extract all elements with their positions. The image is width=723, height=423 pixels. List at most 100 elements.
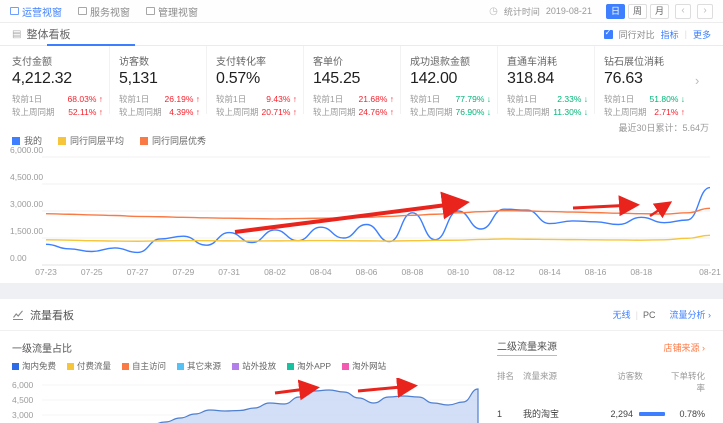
topnav-tab[interactable]: 运营视窗 (10, 4, 62, 19)
trend-chart[interactable]: 0.001,500.003,000.004,500.006,000.0007-2… (8, 150, 715, 280)
period-button[interactable]: 周 (628, 4, 647, 19)
legend-item[interactable]: 站外投放 (232, 360, 276, 372)
traffic-area-chart[interactable]: 6,0004,5003,000 (8, 378, 486, 423)
kpi-delta-value: 20.71% ↑ (262, 106, 297, 119)
prev-day-button[interactable]: ‹ (675, 4, 691, 19)
traffic-section-header: 流量看板 无线 | PC 流量分析 › (0, 299, 723, 331)
kpi-delta-value: 9.43% ↑ (266, 93, 297, 106)
legend-label: 同行同层优秀 (152, 134, 206, 147)
kpi-delta-label: 较上周同期 (410, 106, 453, 119)
kpi-title: 支付金额 (12, 53, 103, 68)
kpi-delta-label: 较前1日 (12, 93, 42, 106)
topnav-tab[interactable]: 服务视窗 (78, 4, 130, 19)
axis-tick-label: 08-02 (260, 267, 290, 277)
axis-tick-label: 08-16 (581, 267, 611, 277)
metric-link[interactable]: 指标 (661, 28, 679, 41)
summary-value: 5.64万 (682, 123, 709, 133)
axis-tick-label: 08-18 (626, 267, 656, 277)
board-header: ▤ 整体看板 同行对比 指标 | 更多 (0, 23, 723, 46)
axis-tick-label: 6,000.00 (10, 145, 43, 155)
kpi-delta-label: 较前1日 (604, 93, 634, 106)
legend-item[interactable]: 付费流量 (67, 360, 111, 372)
divider: | (636, 310, 638, 320)
date-controls: ◷ 统计时间 2019-08-21 日周月 ‹ › (489, 4, 713, 19)
kpi-delta-value: 21.68% ↑ (359, 93, 394, 106)
period-button[interactable]: 日 (606, 4, 625, 19)
more-link[interactable]: 更多 (693, 28, 711, 41)
traffic-tools: 无线 | PC 流量分析 › (613, 308, 711, 321)
legend-item[interactable]: 自主访问 (122, 360, 166, 372)
legend-item[interactable]: 淘外网站 (342, 360, 386, 372)
axis-tick-label: 08-21 (695, 267, 723, 277)
traffic-legend: 淘内免费 付费流量 自主访问 其它来源 站外投放 淘外APP 淘外网站 (12, 360, 386, 372)
kpi-delta-label: 较上周同期 (507, 106, 550, 119)
axis-tick-label: 08-04 (306, 267, 336, 277)
next-day-button[interactable]: › (697, 4, 713, 19)
table-row[interactable]: 1 我的淘宝 2,294 0.78% (497, 407, 705, 420)
window-icon (78, 7, 87, 15)
kpi-card[interactable]: 支付金额 4,212.32 较前1日 68.03% ↑ 较上周同期 52.11%… (12, 46, 109, 114)
kpi-card[interactable]: 成功退款金额 142.00 较前1日 77.79% ↓ 较上周同期 76.90%… (400, 46, 497, 114)
legend-label: 站外投放 (242, 360, 276, 372)
kpi-card[interactable]: 支付转化率 0.57% 较前1日 9.43% ↑ 较上周同期 20.71% ↑ (206, 46, 303, 114)
kpi-delta-value: 68.03% ↑ (68, 93, 103, 106)
kpi-delta-label: 较前1日 (410, 93, 440, 106)
kpi-card[interactable]: 客单价 145.25 较前1日 21.68% ↑ 较上周同期 24.76% ↑ (303, 46, 400, 114)
axis-tick-label: 08-06 (352, 267, 382, 277)
traffic-source-title: 二级流量来源 (497, 338, 557, 356)
legend-item[interactable]: 同行同层平均 (58, 134, 124, 147)
legend-label: 淘外APP (297, 360, 331, 372)
topnav-tab[interactable]: 管理视窗 (146, 4, 198, 19)
legend-item[interactable]: 同行同层优秀 (140, 134, 206, 147)
legend-item[interactable]: 淘外APP (287, 360, 331, 372)
kpi-title: 支付转化率 (216, 53, 297, 68)
axis-tick-label: 07-23 (31, 267, 61, 277)
traffic-title-group: 流量看板 (12, 307, 74, 323)
more-kpis-chevron-icon[interactable]: › (695, 73, 699, 88)
kpi-delta-value: 24.76% ↑ (359, 106, 394, 119)
tab-label: 服务视窗 (90, 4, 130, 19)
kpi-delta-row: 较前1日 9.43% ↑ (216, 93, 297, 106)
legend-swatch (232, 363, 239, 370)
legend-item[interactable]: 淘内免费 (12, 360, 56, 372)
divider: | (685, 29, 687, 39)
compare-checkbox[interactable] (604, 30, 613, 39)
kpi-delta-label: 较上周同期 (313, 106, 356, 119)
legend-label: 淘外网站 (352, 360, 386, 372)
kpi-delta-value: 52.11% ↑ (68, 106, 103, 119)
kpi-card[interactable]: 钻石展位消耗 76.63 较前1日 51.80% ↓ 较上周同期 2.71% ↑ (594, 46, 691, 114)
kpi-cards: 支付金额 4,212.32 较前1日 68.03% ↑ 较上周同期 52.11%… (12, 46, 691, 114)
shop-source-link[interactable]: 店铺来源 › (664, 341, 706, 354)
traffic-section-title: 流量看板 (30, 307, 74, 323)
axis-tick-label: 4,500 (12, 395, 33, 405)
summary-30d: 最近30日累计：5.64万 (618, 121, 709, 134)
axis-tick-label: 07-27 (123, 267, 153, 277)
kpi-delta-row: 较上周同期 11.30% ↓ (507, 106, 588, 119)
kpi-deltas: 较前1日 21.68% ↑ 较上周同期 24.76% ↑ (313, 93, 394, 119)
legend-swatch (122, 363, 129, 370)
kpi-delta-row: 较上周同期 52.11% ↑ (12, 106, 103, 119)
trend-chart-svg (8, 150, 715, 270)
device-toggle: 无线 | PC (613, 308, 656, 321)
col-conversion: 下单转化率 (671, 370, 705, 394)
device-tab-pc[interactable]: PC (643, 310, 656, 320)
legend-swatch (67, 363, 74, 370)
kpi-card[interactable]: 访客数 5,131 较前1日 26.19% ↑ 较上周同期 4.39% ↑ (109, 46, 206, 114)
stat-date-value[interactable]: 2019-08-21 (546, 6, 592, 16)
summary-label: 最近30日累计： (618, 123, 682, 133)
legend-swatch (140, 137, 148, 145)
period-button[interactable]: 月 (650, 4, 669, 19)
kpi-title: 访客数 (119, 53, 200, 68)
axis-tick-label: 07-25 (77, 267, 107, 277)
visitors-bar (639, 412, 665, 416)
traffic-share-title: 一级流量占比 (12, 340, 72, 355)
kpi-title: 客单价 (313, 53, 394, 68)
traffic-analysis-link[interactable]: 流量分析 › (670, 308, 712, 321)
kpi-delta-row: 较上周同期 20.71% ↑ (216, 106, 297, 119)
topnav-tabs: 运营视窗 服务视窗 管理视窗 (10, 4, 198, 19)
kpi-card[interactable]: 直通车消耗 318.84 较前1日 2.33% ↓ 较上周同期 11.30% ↓ (497, 46, 594, 114)
legend-item[interactable]: 其它来源 (177, 360, 221, 372)
kpi-delta-row: 较上周同期 2.71% ↑ (604, 106, 685, 119)
kpi-delta-value: 4.39% ↑ (169, 106, 200, 119)
device-tab-wireless[interactable]: 无线 (613, 308, 631, 321)
